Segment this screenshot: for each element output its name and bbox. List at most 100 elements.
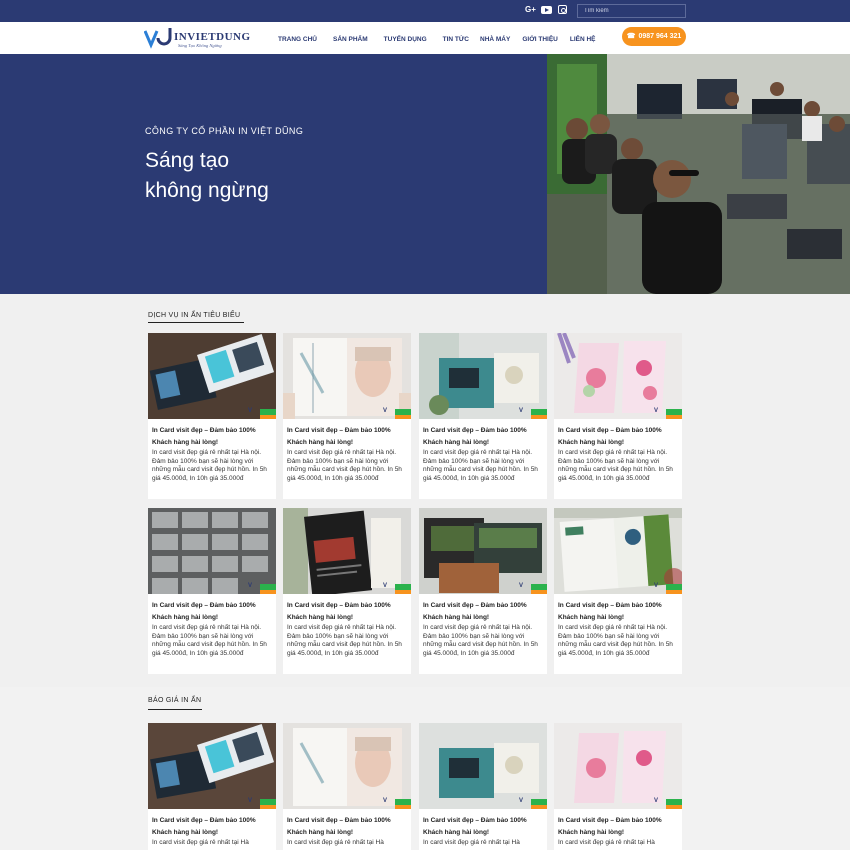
product-image[interactable]: V [148,333,276,419]
product-card[interactable]: V In Card visit đẹp – Đảm bảo 100% Khách… [419,333,547,499]
product-card[interactable]: V In Card visit đẹp – Đảm bảo 100% Khách… [554,333,682,499]
nav-item-products[interactable]: SẢN PHẨM [333,36,368,43]
pricing-description: In card visit đẹp giá rẻ nhất tại Hà [287,839,384,846]
product-card[interactable]: V In Card visit đẹp – Đảm bảo 100% Khách… [283,333,411,499]
badge-orange [260,415,276,419]
youtube-icon[interactable] [541,6,552,14]
badge-orange [260,805,276,809]
hero-team-photo [547,54,850,294]
product-description: In card visit đẹp giá rẻ nhất tại Hà nội… [423,624,538,657]
nav-item-careers[interactable]: TUYỂN DỤNG [384,36,427,43]
badge-orange [395,590,411,594]
badge-orange [666,805,682,809]
pricing-description: In card visit đẹp giá rẻ nhất tại Hà [558,839,655,846]
badge-orange [395,805,411,809]
product-description: In card visit đẹp giá rẻ nhất tại Hà nội… [152,449,267,482]
badge-orange [260,590,276,594]
watermark-logo-icon: V [248,583,253,589]
hero-title-line-1: Sáng tạo [145,149,230,172]
main-header: INVIETDUNG Sáng Tạo Không Ngừng TRANG CH… [0,22,850,54]
product-image[interactable]: V [148,508,276,594]
pricing-title[interactable]: In Card visit đẹp – Đảm bảo 100% Khách h… [152,815,274,838]
product-image[interactable]: V [283,333,411,419]
phone-button[interactable]: ☎ 0987 964 321 [622,27,686,46]
hero-title-line-2: không ngừng [145,179,269,202]
pricing-image[interactable]: V [419,723,547,809]
nav-item-news[interactable]: TIN TỨC [443,36,469,43]
pricing-card[interactable]: V In Card visit đẹp – Đảm bảo 100% Khách… [419,723,547,850]
product-title[interactable]: In Card visit đẹp – Đảm bảo 100% Khách h… [287,600,409,623]
product-description: In card visit đẹp giá rẻ nhất tại Hà nội… [558,449,673,482]
main-nav: TRANG CHỦ SẢN PHẨM TUYỂN DỤNG TIN TỨC NH… [278,36,612,43]
badge-orange [666,590,682,594]
pricing-card[interactable]: V In Card visit đẹp – Đảm bảo 100% Khách… [283,723,411,850]
product-card[interactable]: V In Card visit đẹp – Đảm bảo 100% Khách… [148,508,276,674]
section-underline [148,709,202,710]
product-title[interactable]: In Card visit đẹp – Đảm bảo 100% Khách h… [558,425,680,448]
product-title[interactable]: In Card visit đẹp – Đảm bảo 100% Khách h… [558,600,680,623]
watermark-logo-icon: V [383,408,388,414]
google-plus-icon[interactable]: G+ [525,5,536,15]
product-title[interactable]: In Card visit đẹp – Đảm bảo 100% Khách h… [423,425,545,448]
product-title[interactable]: In Card visit đẹp – Đảm bảo 100% Khách h… [152,600,274,623]
nav-item-about[interactable]: GIỚI THIỆU [522,36,558,43]
product-title[interactable]: In Card visit đẹp – Đảm bảo 100% Khách h… [423,600,545,623]
badge-orange [666,415,682,419]
company-logo-icon[interactable] [144,27,174,49]
product-title[interactable]: In Card visit đẹp – Đảm bảo 100% Khách h… [287,425,409,448]
product-image[interactable]: V [554,333,682,419]
pricing-title[interactable]: In Card visit đẹp – Đảm bảo 100% Khách h… [423,815,545,838]
pricing-image[interactable]: V [554,723,682,809]
watermark-logo-icon: V [519,798,524,804]
product-description: In card visit đẹp giá rẻ nhất tại Hà nội… [423,449,538,482]
watermark-logo-icon: V [654,583,659,589]
phone-number: 0987 964 321 [638,33,682,40]
watermark-logo-icon: V [383,583,388,589]
logo-text[interactable]: INVIETDUNG [174,31,251,43]
product-image[interactable]: V [283,508,411,594]
watermark-logo-icon: V [654,798,659,804]
pricing-card[interactable]: V In Card visit đẹp – Đảm bảo 100% Khách… [148,723,276,850]
badge-orange [531,590,547,594]
pricing-description: In card visit đẹp giá rẻ nhất tại Hà [423,839,520,846]
nav-item-home[interactable]: TRANG CHỦ [278,36,317,43]
badge-orange [531,805,547,809]
product-card[interactable]: V In Card visit đẹp – Đảm bảo 100% Khách… [283,508,411,674]
watermark-logo-icon: V [519,408,524,414]
hero-subtitle: CÔNG TY CỔ PHẦN IN VIỆT DŨNG [145,126,304,136]
logo-slogan: Sáng Tạo Không Ngừng [178,43,222,48]
product-description: In card visit đẹp giá rẻ nhất tại Hà nội… [558,624,673,657]
product-card[interactable]: V In Card visit đẹp – Đảm bảo 100% Khách… [554,508,682,674]
top-bar: G+ [0,0,850,22]
pricing-card[interactable]: V In Card visit đẹp – Đảm bảo 100% Khách… [554,723,682,850]
nav-item-factory[interactable]: NHÀ MÁY [480,36,510,43]
pricing-title[interactable]: In Card visit đẹp – Đảm bảo 100% Khách h… [558,815,680,838]
instagram-icon[interactable] [558,5,567,14]
search-input[interactable] [577,4,686,18]
product-image[interactable]: V [419,333,547,419]
product-image[interactable]: V [554,508,682,594]
hero-banner: CÔNG TY CỔ PHẦN IN VIỆT DŨNG Sáng tạo kh… [0,54,547,294]
product-card[interactable]: V In Card visit đẹp – Đảm bảo 100% Khách… [419,508,547,674]
pricing-title[interactable]: In Card visit đẹp – Đảm bảo 100% Khách h… [287,815,409,838]
hero-title: Sáng tạo không ngừng [145,146,269,206]
section-title-pricing: BÁO GIÁ IN ẤN [148,697,202,704]
pricing-image[interactable]: V [283,723,411,809]
badge-orange [531,415,547,419]
product-card[interactable]: V In Card visit đẹp – Đảm bảo 100% Khách… [148,333,276,499]
watermark-logo-icon: V [248,408,253,414]
watermark-logo-icon: V [383,798,388,804]
nav-item-contact[interactable]: LIÊN HỆ [570,36,596,43]
watermark-logo-icon: V [519,583,524,589]
section-title-featured: DỊCH VỤ IN ẤN TIÊU BIỂU [148,312,241,319]
pricing-description: In card visit đẹp giá rẻ nhất tại Hà [152,839,249,846]
product-description: In card visit đẹp giá rẻ nhất tại Hà nội… [287,624,402,657]
phone-icon: ☎ [626,33,636,40]
pricing-image[interactable]: V [148,723,276,809]
product-image[interactable]: V [419,508,547,594]
badge-orange [395,415,411,419]
product-description: In card visit đẹp giá rẻ nhất tại Hà nội… [152,624,267,657]
watermark-logo-icon: V [654,408,659,414]
product-title[interactable]: In Card visit đẹp – Đảm bảo 100% Khách h… [152,425,274,448]
watermark-logo-icon: V [248,798,253,804]
